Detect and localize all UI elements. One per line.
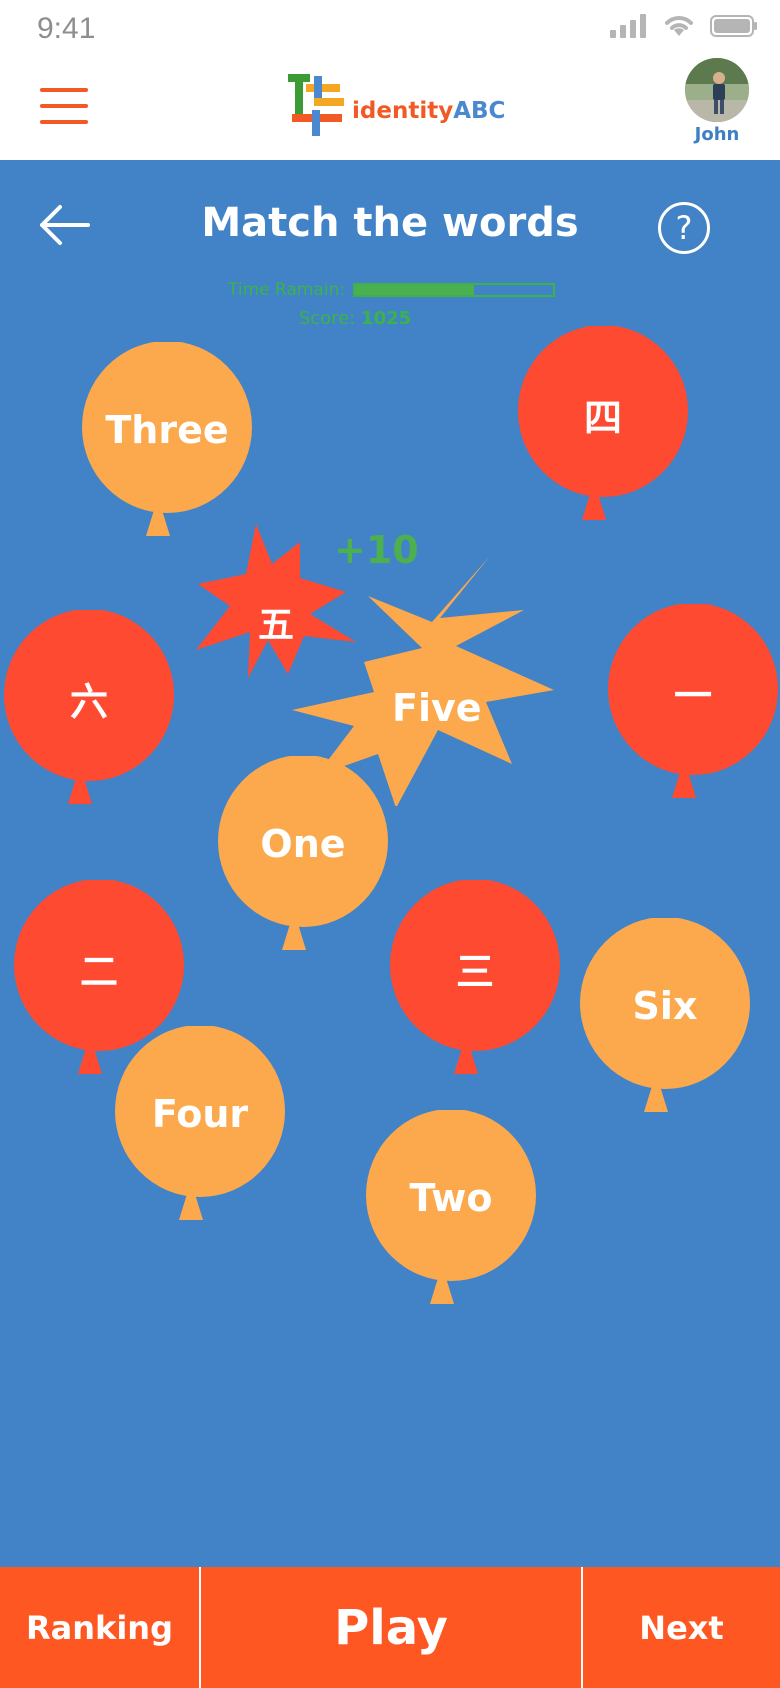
popped-label: 五 xyxy=(258,605,295,646)
balloon-label: Four xyxy=(151,1092,249,1136)
timer-progress-bar xyxy=(353,283,556,297)
balloon-label: Two xyxy=(409,1176,493,1220)
timer-progress-fill xyxy=(355,285,474,295)
balloon[interactable]: 六 xyxy=(4,610,174,820)
hamburger-icon xyxy=(40,88,88,92)
popped-label: Five xyxy=(392,686,482,730)
balloon-label: 一 xyxy=(673,673,712,718)
balloon[interactable]: Six xyxy=(580,918,750,1128)
balloon[interactable]: Two xyxy=(366,1110,536,1320)
cellular-signal-icon xyxy=(610,14,646,38)
battery-icon xyxy=(710,15,757,37)
popped-balloon: Five xyxy=(292,556,562,808)
next-button[interactable]: Next xyxy=(583,1567,780,1688)
balloon[interactable]: Three xyxy=(82,342,252,552)
balloon-label: 三 xyxy=(455,949,494,994)
timer-label: Time Ramain: xyxy=(228,280,346,300)
game-area: Match the words ? Time Ramain: Score: 10… xyxy=(0,160,780,1567)
balloon-label: 六 xyxy=(69,679,108,724)
balloon[interactable]: 三 xyxy=(390,880,560,1090)
user-profile[interactable]: John xyxy=(683,58,751,145)
balloon[interactable]: 一 xyxy=(608,604,778,814)
status-time: 9:41 xyxy=(37,12,96,45)
wifi-icon xyxy=(665,16,693,36)
balloon-label: 四 xyxy=(583,395,622,440)
play-button[interactable]: Play xyxy=(201,1567,581,1688)
status-icons xyxy=(610,14,758,38)
logo: identityABC xyxy=(288,74,505,136)
avatar xyxy=(685,58,749,122)
ranking-button[interactable]: Ranking xyxy=(0,1567,199,1688)
bottom-bar: Ranking Play Next xyxy=(0,1567,780,1688)
balloon-label: Six xyxy=(632,984,698,1028)
balloon[interactable]: Four xyxy=(115,1026,285,1236)
score-value: 1025 xyxy=(361,308,412,329)
balloon[interactable]: 四 xyxy=(518,326,688,536)
menu-button[interactable] xyxy=(40,88,88,124)
logo-mark-icon xyxy=(288,74,344,136)
help-button[interactable]: ? xyxy=(658,202,710,254)
status-bar: 9:41 xyxy=(0,0,780,58)
timer: Time Ramain: xyxy=(228,280,556,300)
app-header: identityABC John xyxy=(0,58,780,160)
balloon-label: Three xyxy=(105,408,229,452)
question-circle-icon: ? xyxy=(675,209,693,247)
logo-text: identityABC xyxy=(352,98,506,124)
score-label: Score: xyxy=(298,308,356,329)
bonus-points: +10 xyxy=(334,528,419,572)
user-name: John xyxy=(694,124,740,145)
